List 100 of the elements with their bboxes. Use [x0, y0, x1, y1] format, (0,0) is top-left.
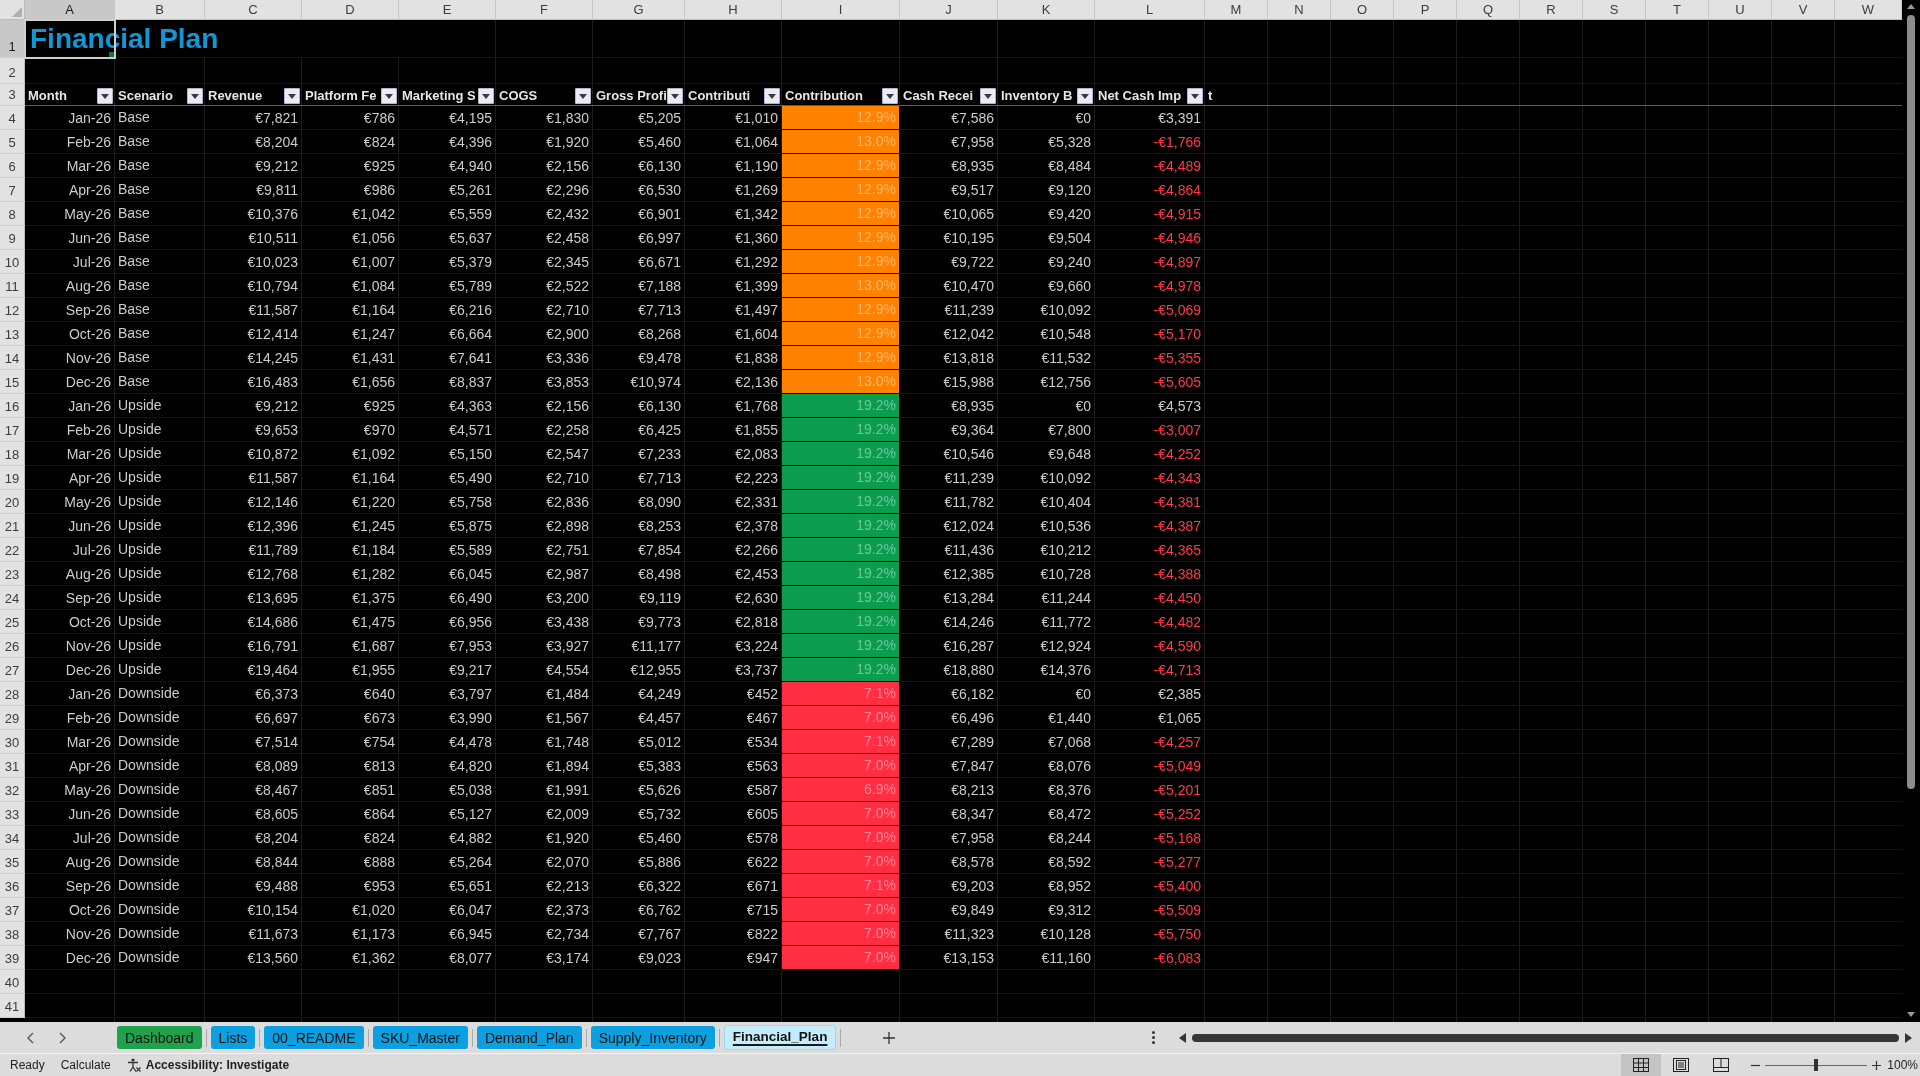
filter-button[interactable]: [980, 88, 996, 104]
row-header[interactable]: 40: [0, 970, 25, 994]
row-header[interactable]: 17: [0, 418, 25, 442]
column-header[interactable]: G: [593, 0, 685, 20]
row-header[interactable]: 18: [0, 442, 25, 466]
row-header[interactable]: 8: [0, 202, 25, 226]
row-header[interactable]: 20: [0, 490, 25, 514]
sheet-tab[interactable]: Lists: [210, 1026, 256, 1049]
column-header[interactable]: I: [782, 0, 900, 20]
row-header[interactable]: 35: [0, 850, 25, 874]
column-header[interactable]: P: [1394, 0, 1457, 20]
column-header[interactable]: L: [1095, 0, 1205, 20]
row-header[interactable]: 12: [0, 298, 25, 322]
filter-button[interactable]: [667, 88, 683, 104]
row-header[interactable]: 5: [0, 130, 25, 154]
filter-button[interactable]: [1077, 88, 1093, 104]
column-header[interactable]: M: [1205, 0, 1268, 20]
column-header[interactable]: T: [1646, 0, 1709, 20]
accessibility-icon[interactable]: [126, 1058, 141, 1072]
filter-button[interactable]: [381, 88, 397, 104]
sheet-tab[interactable]: Supply_Inventory: [590, 1026, 715, 1049]
column-header[interactable]: K: [998, 0, 1095, 20]
column-header[interactable]: H: [685, 0, 782, 20]
row-header[interactable]: 24: [0, 586, 25, 610]
up-arrow-icon[interactable]: [1907, 4, 1915, 9]
row-header[interactable]: 27: [0, 658, 25, 682]
column-header[interactable]: W: [1835, 0, 1902, 20]
row-header[interactable]: 29: [0, 706, 25, 730]
column-header[interactable]: Q: [1457, 0, 1520, 20]
row-header[interactable]: 7: [0, 178, 25, 202]
row-header[interactable]: 30: [0, 730, 25, 754]
column-header[interactable]: N: [1268, 0, 1331, 20]
view-button[interactable]: [1621, 1054, 1662, 1076]
filter-button[interactable]: [764, 88, 780, 104]
row-header[interactable]: 14: [0, 346, 25, 370]
vertical-dots-icon[interactable]: [1152, 1031, 1155, 1044]
filter-button[interactable]: [97, 88, 113, 104]
row-header[interactable]: 39: [0, 946, 25, 970]
sheet-tab[interactable]: 00_README: [264, 1026, 364, 1049]
sheet-tab[interactable]: SKU_Master: [372, 1026, 468, 1049]
row-header[interactable]: 32: [0, 778, 25, 802]
column-header[interactable]: F: [496, 0, 593, 20]
row-header[interactable]: 11: [0, 274, 25, 298]
calculate-command[interactable]: Calculate: [60, 1058, 111, 1072]
column-header[interactable]: B: [115, 0, 205, 20]
row-header[interactable]: 9: [0, 226, 25, 250]
row-header[interactable]: 15: [0, 370, 25, 394]
filter-button[interactable]: [187, 88, 203, 104]
column-header[interactable]: J: [900, 0, 998, 20]
row-header[interactable]: 28: [0, 682, 25, 706]
row-header[interactable]: 33: [0, 802, 25, 826]
column-header[interactable]: E: [399, 0, 496, 20]
column-header[interactable]: D: [302, 0, 399, 20]
column-header[interactable]: V: [1772, 0, 1835, 20]
accessibility-status[interactable]: Accessibility: Investigate: [145, 1058, 290, 1072]
row-header[interactable]: 41: [0, 994, 25, 1018]
row-header[interactable]: 26: [0, 634, 25, 658]
row-header[interactable]: 23: [0, 562, 25, 586]
row-header[interactable]: 10: [0, 250, 25, 274]
row-header[interactable]: 38: [0, 922, 25, 946]
row-header[interactable]: 13: [0, 322, 25, 346]
row-header[interactable]: 6: [0, 154, 25, 178]
row-header[interactable]: 2: [0, 58, 25, 84]
row-header[interactable]: 21: [0, 514, 25, 538]
row-header[interactable]: 34: [0, 826, 25, 850]
zoom-slider-thumb[interactable]: [1814, 1059, 1819, 1071]
row-header[interactable]: 19: [0, 466, 25, 490]
down-arrow-icon[interactable]: [1907, 1012, 1915, 1017]
scrollbar-thumb[interactable]: [1192, 1033, 1899, 1042]
filter-button[interactable]: [575, 88, 591, 104]
filter-button[interactable]: [882, 88, 898, 104]
chevron-right-icon[interactable]: [59, 1031, 67, 1044]
column-header[interactable]: C: [205, 0, 302, 20]
row-header[interactable]: 37: [0, 898, 25, 922]
column-header[interactable]: S: [1583, 0, 1646, 20]
plus-icon[interactable]: [1872, 1060, 1882, 1070]
scrollbar-thumb[interactable]: [1907, 15, 1915, 789]
filter-button[interactable]: [284, 88, 300, 104]
left-triangle-icon[interactable]: [1179, 1032, 1186, 1043]
zoom-level[interactable]: 100%: [1887, 1058, 1918, 1072]
filter-button[interactable]: [1187, 88, 1203, 104]
plus-icon[interactable]: [883, 1031, 896, 1044]
row-header[interactable]: 1: [0, 20, 25, 58]
row-header[interactable]: 16: [0, 394, 25, 418]
column-header[interactable]: R: [1520, 0, 1583, 20]
row-header[interactable]: 3: [0, 84, 25, 106]
right-triangle-icon[interactable]: [1905, 1032, 1912, 1043]
chevron-left-icon[interactable]: [26, 1031, 34, 1044]
row-header[interactable]: 31: [0, 754, 25, 778]
filter-button[interactable]: [478, 88, 494, 104]
sheet-tab[interactable]: Financial_Plan: [723, 1025, 837, 1050]
row-header[interactable]: 36: [0, 874, 25, 898]
row-header[interactable]: 22: [0, 538, 25, 562]
row-header[interactable]: 4: [0, 106, 25, 130]
sheet-tab[interactable]: Demand_Plan: [476, 1026, 582, 1049]
column-header[interactable]: A: [25, 0, 115, 20]
row-header[interactable]: 25: [0, 610, 25, 634]
column-header[interactable]: U: [1709, 0, 1772, 20]
sheet-tab[interactable]: Dashboard: [117, 1026, 202, 1049]
column-header[interactable]: O: [1331, 0, 1394, 20]
